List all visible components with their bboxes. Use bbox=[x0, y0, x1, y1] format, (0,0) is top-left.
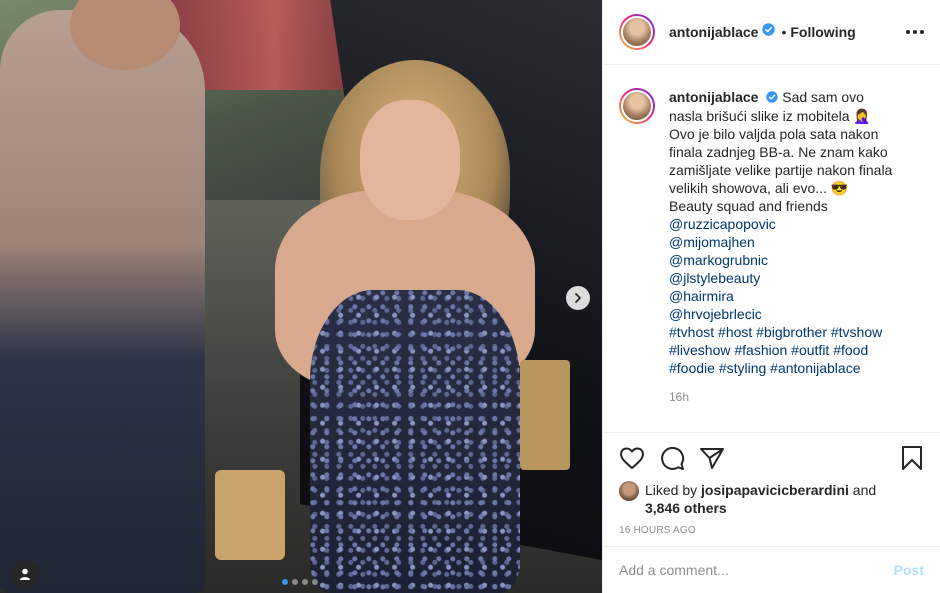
comment-icon[interactable] bbox=[659, 445, 685, 471]
mention-link[interactable]: @jlstylebeauty bbox=[669, 269, 899, 287]
caption-line-2: Ovo je bilo valjda pola sata nakon final… bbox=[669, 126, 893, 197]
caption: antonijablace Sad sam ovo nasla brišući … bbox=[619, 88, 924, 377]
share-icon[interactable] bbox=[699, 446, 725, 470]
more-options-button[interactable] bbox=[906, 30, 924, 34]
mention-link[interactable]: @hairmira bbox=[669, 287, 899, 305]
carousel-next-button[interactable] bbox=[566, 286, 590, 310]
likes-text: Liked by josipapavicicberardini and 3,84… bbox=[645, 481, 876, 517]
author-avatar[interactable] bbox=[619, 14, 655, 50]
carousel-dot-active bbox=[282, 579, 288, 585]
post-comment-button[interactable]: Post bbox=[894, 562, 924, 578]
photo-sequin-dress bbox=[310, 290, 520, 593]
more-icon bbox=[906, 30, 910, 34]
likes-summary: Liked by josipapavicicberardini and 3,84… bbox=[619, 481, 924, 517]
photo-paper-bag-2 bbox=[520, 360, 570, 470]
post-photo[interactable] bbox=[0, 0, 602, 593]
chevron-right-icon bbox=[575, 293, 581, 303]
follow-separator: • bbox=[781, 24, 787, 40]
user-tag-icon bbox=[19, 568, 31, 580]
mention-link[interactable]: @ruzzicapopovic bbox=[669, 215, 899, 233]
photo-paper-bag bbox=[215, 470, 285, 560]
following-button[interactable]: Following bbox=[790, 24, 855, 40]
user-tag-button[interactable] bbox=[11, 560, 39, 588]
liker-username[interactable]: josipapavicicberardini bbox=[701, 482, 849, 498]
caption-avatar[interactable] bbox=[619, 88, 655, 124]
mention-link[interactable]: @mijomajhen bbox=[669, 233, 899, 251]
comments-area: antonijablace Sad sam ovo nasla brišući … bbox=[603, 66, 940, 432]
author-username[interactable]: antonijablace bbox=[669, 24, 758, 40]
post-header: antonijablace • Following bbox=[603, 0, 940, 65]
carousel-indicator bbox=[282, 579, 318, 585]
hashtag-links[interactable]: #tvhost #host #bigbrother #tvshow bbox=[669, 323, 899, 341]
post-side-panel: antonijablace • Following antonijablace bbox=[602, 0, 940, 593]
caption-text: antonijablace Sad sam ovo nasla brišući … bbox=[669, 88, 899, 377]
action-icons bbox=[619, 443, 924, 473]
photo-woman-face bbox=[360, 100, 460, 220]
caption-line-3: Beauty squad and friends bbox=[669, 198, 828, 215]
mention-link[interactable]: @markogrubnic bbox=[669, 251, 899, 269]
carousel-dot bbox=[302, 579, 308, 585]
liked-by-prefix: Liked by bbox=[645, 482, 698, 498]
likes-count[interactable]: 3,846 others bbox=[645, 500, 727, 516]
hashtag-links[interactable]: #foodie #styling #antonijablace bbox=[669, 359, 899, 377]
bookmark-icon[interactable] bbox=[900, 445, 924, 471]
liked-by-conj: and bbox=[852, 482, 877, 498]
heart-icon[interactable] bbox=[619, 446, 645, 470]
caption-time[interactable]: 16h bbox=[669, 390, 924, 404]
photo-man bbox=[0, 10, 205, 593]
carousel-dot bbox=[292, 579, 298, 585]
liker-avatar[interactable] bbox=[619, 481, 639, 501]
comment-input[interactable] bbox=[619, 562, 894, 578]
post-timestamp[interactable]: 16 HOURS AGO bbox=[619, 525, 924, 536]
hashtag-links[interactable]: #liveshow #fashion #outfit #food bbox=[669, 341, 899, 359]
add-comment-bar: Post bbox=[603, 546, 940, 593]
post-actions: Liked by josipapavicicberardini and 3,84… bbox=[603, 432, 940, 536]
carousel-dot bbox=[312, 579, 318, 585]
verified-icon bbox=[766, 89, 779, 107]
verified-icon bbox=[762, 23, 776, 41]
mention-link[interactable]: @hrvojebrlecic bbox=[669, 305, 899, 323]
caption-username[interactable]: antonijablace bbox=[669, 89, 758, 105]
